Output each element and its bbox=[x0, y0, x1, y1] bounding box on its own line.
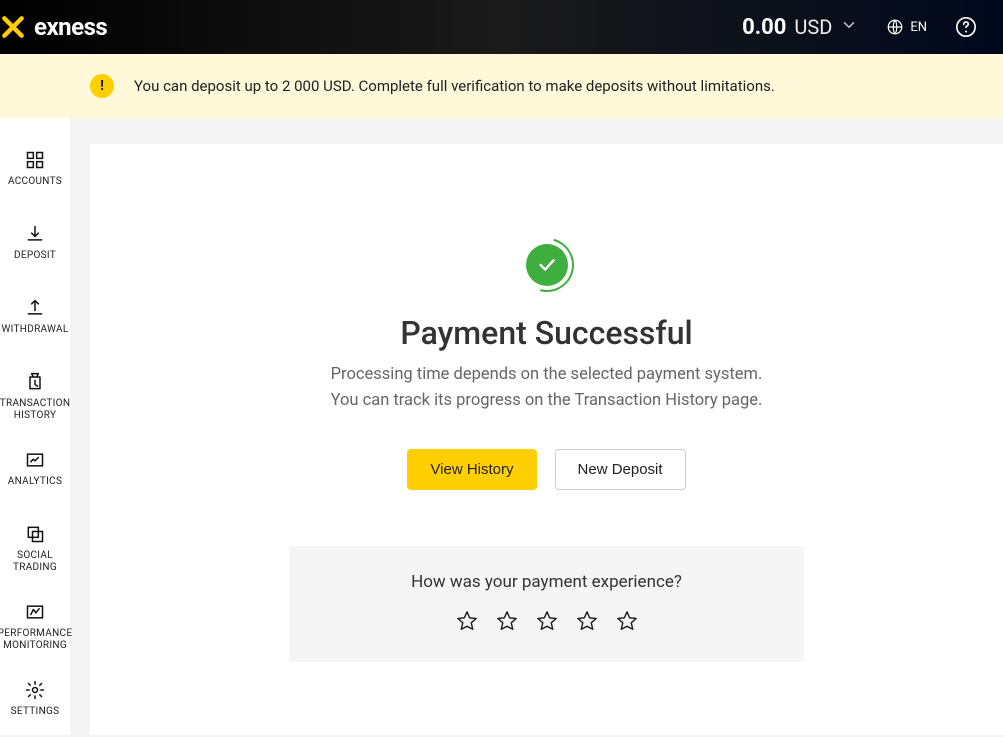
history-icon bbox=[25, 372, 45, 392]
sidebar-item-label: SETTINGS bbox=[11, 706, 60, 718]
page-title: Payment Successful bbox=[400, 314, 692, 352]
globe-icon bbox=[886, 18, 904, 36]
page-content: Payment Successful Processing time depen… bbox=[70, 118, 1003, 735]
logo-mark-icon bbox=[0, 14, 26, 40]
new-deposit-button[interactable]: New Deposit bbox=[555, 449, 686, 490]
balance-selector[interactable]: 0.00 USD bbox=[742, 15, 858, 40]
app-header: exness 0.00 USD EN bbox=[0, 0, 1003, 54]
sidebar-item-social-trading[interactable]: SOCIAL TRADING bbox=[0, 524, 70, 574]
sidebar-item-monitoring[interactable]: PERFORMANCE MONITORING bbox=[0, 602, 70, 652]
sidebar-item-label: DEPOSIT bbox=[14, 250, 56, 262]
sidebar-item-deposit[interactable]: DEPOSIT bbox=[0, 224, 70, 270]
success-check-icon bbox=[526, 244, 568, 286]
sidebar-item-analytics[interactable]: ANALYTICS bbox=[0, 450, 70, 496]
brand-logo[interactable]: exness bbox=[0, 13, 107, 41]
star-icon[interactable] bbox=[536, 610, 558, 632]
withdrawal-icon bbox=[25, 298, 45, 318]
language-selector[interactable]: EN bbox=[886, 18, 927, 36]
sidebar: ACCOUNTS DEPOSIT WITHDRAWAL TRANSACTION … bbox=[0, 118, 70, 735]
view-history-button[interactable]: View History bbox=[407, 449, 536, 490]
sidebar-item-label: PERFORMANCE MONITORING bbox=[0, 628, 72, 652]
banner-text: You can deposit up to 2 000 USD. Complet… bbox=[134, 77, 775, 95]
sidebar-item-label: SOCIAL TRADING bbox=[0, 550, 70, 574]
rating-stars bbox=[456, 610, 638, 632]
star-icon[interactable] bbox=[496, 610, 518, 632]
subtitle: Processing time depends on the selected … bbox=[331, 362, 763, 413]
sidebar-item-settings[interactable]: SETTINGS bbox=[0, 680, 70, 726]
accounts-icon bbox=[25, 150, 45, 170]
help-icon bbox=[955, 16, 977, 38]
verification-banner: ! You can deposit up to 2 000 USD. Compl… bbox=[0, 54, 1003, 118]
sidebar-item-withdrawal[interactable]: WITHDRAWAL bbox=[0, 298, 70, 344]
analytics-icon bbox=[25, 450, 45, 470]
balance-currency: USD bbox=[794, 15, 832, 39]
sidebar-item-accounts[interactable]: ACCOUNTS bbox=[0, 150, 70, 196]
main-layout: ACCOUNTS DEPOSIT WITHDRAWAL TRANSACTION … bbox=[0, 118, 1003, 735]
star-icon[interactable] bbox=[456, 610, 478, 632]
success-card: Payment Successful Processing time depen… bbox=[90, 144, 1003, 735]
sidebar-item-label: ACCOUNTS bbox=[8, 176, 62, 188]
sidebar-item-history[interactable]: TRANSACTION HISTORY bbox=[0, 372, 70, 422]
subtitle-line: Processing time depends on the selected … bbox=[331, 362, 763, 388]
rating-question: How was your payment experience? bbox=[411, 572, 682, 592]
social-trading-icon bbox=[25, 524, 45, 544]
action-buttons: View History New Deposit bbox=[407, 449, 685, 490]
gear-icon bbox=[25, 680, 45, 700]
star-icon[interactable] bbox=[616, 610, 638, 632]
alert-icon: ! bbox=[90, 74, 114, 98]
subtitle-line: You can track its progress on the Transa… bbox=[331, 388, 763, 414]
language-code: EN bbox=[910, 20, 927, 35]
chevron-down-icon bbox=[840, 16, 858, 34]
star-icon[interactable] bbox=[576, 610, 598, 632]
monitoring-icon bbox=[25, 602, 45, 622]
help-button[interactable] bbox=[955, 16, 977, 38]
sidebar-item-label: ANALYTICS bbox=[8, 476, 62, 488]
deposit-icon bbox=[25, 224, 45, 244]
sidebar-item-label: WITHDRAWAL bbox=[1, 324, 68, 336]
balance-amount: 0.00 bbox=[742, 15, 786, 40]
header-right: 0.00 USD EN bbox=[742, 15, 977, 40]
sidebar-item-label: TRANSACTION HISTORY bbox=[0, 398, 70, 422]
rating-box: How was your payment experience? bbox=[289, 546, 804, 662]
brand-name: exness bbox=[34, 13, 107, 41]
